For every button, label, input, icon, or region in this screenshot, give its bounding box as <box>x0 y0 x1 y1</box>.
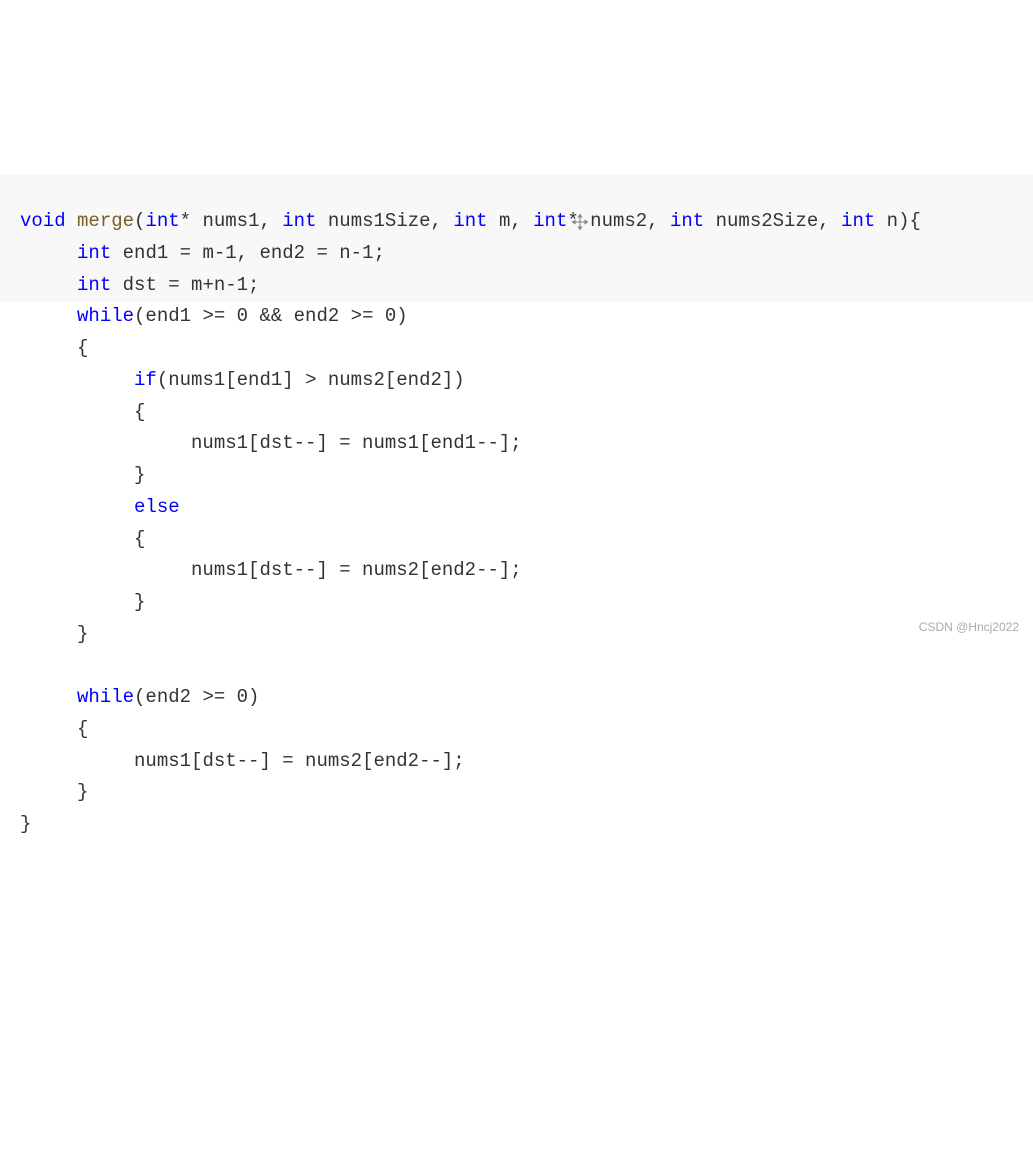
code-token: nums1[dst--] = nums1[end1--]; <box>191 432 522 454</box>
code-line[interactable]: } <box>20 777 1013 809</box>
code-token: dst = m+n-1; <box>111 274 259 296</box>
code-line[interactable]: while(end1 >= 0 && end2 >= 0) <box>20 301 1013 333</box>
code-token: m, <box>488 210 534 232</box>
keyword-token: int <box>77 242 111 264</box>
watermark-text: CSDN @Hncj2022 <box>919 617 1019 637</box>
keyword-token: int <box>533 210 567 232</box>
keyword-token: int <box>77 274 111 296</box>
keyword-token: int <box>841 210 875 232</box>
keyword-token: int <box>453 210 487 232</box>
keyword-token: int <box>282 210 316 232</box>
code-token: ( <box>134 210 145 232</box>
code-token: nums2Size, <box>704 210 841 232</box>
code-line[interactable]: } <box>20 460 1013 492</box>
code-token: } <box>20 813 31 835</box>
code-line[interactable]: void merge(int* nums1, int nums1Size, in… <box>20 206 1013 238</box>
keyword-token: int <box>670 210 704 232</box>
code-token: } <box>134 464 145 486</box>
code-token: n){ <box>875 210 921 232</box>
code-token: * nums1, <box>180 210 283 232</box>
keyword-token: int <box>145 210 179 232</box>
code-line[interactable]: int end1 = m-1, end2 = n-1; <box>20 238 1013 270</box>
keyword-token: while <box>77 686 134 708</box>
code-line[interactable]: } <box>20 809 1013 841</box>
code-editor[interactable]: void merge(int* nums1, int nums1Size, in… <box>20 206 1013 840</box>
code-token: nums1[dst--] = nums2[end2--]; <box>191 559 522 581</box>
keyword-token: if <box>134 369 157 391</box>
code-line[interactable]: int dst = m+n-1; <box>20 270 1013 302</box>
keyword-token: else <box>134 496 180 518</box>
code-line[interactable]: nums1[dst--] = nums1[end1--]; <box>20 428 1013 460</box>
code-line[interactable]: { <box>20 397 1013 429</box>
code-line[interactable]: while(end2 >= 0) <box>20 682 1013 714</box>
code-line[interactable]: else <box>20 492 1013 524</box>
code-token: (end2 >= 0) <box>134 686 259 708</box>
code-token: (nums1[end1] > nums2[end2]) <box>157 369 465 391</box>
code-line[interactable]: if(nums1[end1] > nums2[end2]) <box>20 365 1013 397</box>
code-token: } <box>77 623 88 645</box>
code-line[interactable]: { <box>20 714 1013 746</box>
code-line[interactable]: } <box>20 587 1013 619</box>
code-token: (end1 >= 0 && end2 >= 0) <box>134 305 408 327</box>
keyword-token: while <box>77 305 134 327</box>
code-token: } <box>134 591 145 613</box>
code-line[interactable]: { <box>20 333 1013 365</box>
code-token: { <box>77 718 88 740</box>
code-token: { <box>134 528 145 550</box>
code-line[interactable]: { <box>20 524 1013 556</box>
code-line[interactable]: } <box>20 619 1013 651</box>
function-token: merge <box>77 210 134 232</box>
code-token: end1 = m-1, end2 = n-1; <box>111 242 385 264</box>
code-line[interactable]: nums1[dst--] = nums2[end2--]; <box>20 555 1013 587</box>
keyword-token: void <box>20 210 77 232</box>
move-cursor-icon <box>570 212 590 232</box>
code-token: { <box>134 401 145 423</box>
code-token: } <box>77 781 88 803</box>
code-token: nums1Size, <box>317 210 454 232</box>
code-line[interactable]: nums1[dst--] = nums2[end2--]; <box>20 746 1013 778</box>
code-token: { <box>77 337 88 359</box>
code-token: nums1[dst--] = nums2[end2--]; <box>134 750 465 772</box>
code-line[interactable] <box>20 650 1013 682</box>
